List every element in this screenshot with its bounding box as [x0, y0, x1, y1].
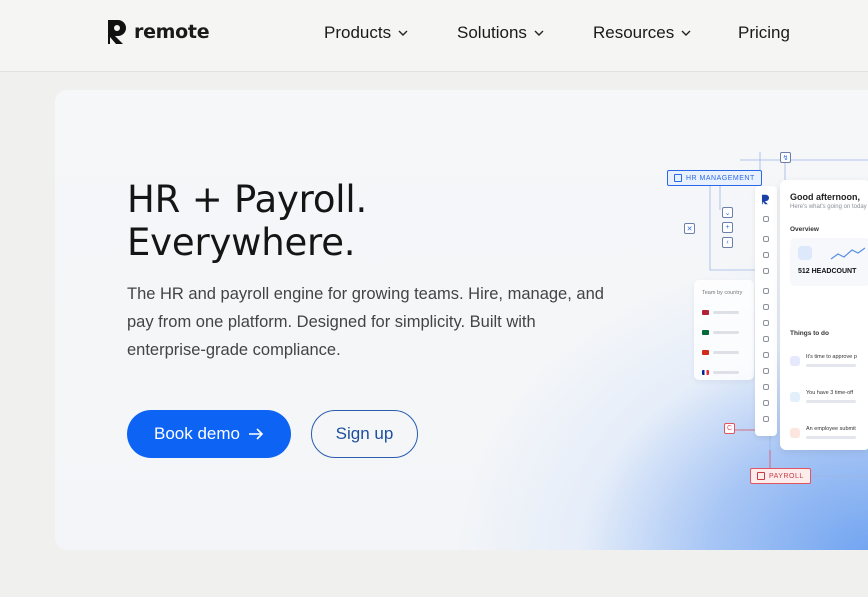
chevron-down-small-icon: ⌄: [722, 207, 733, 218]
chevron-down-icon: [398, 30, 408, 36]
remote-logo-icon: [108, 20, 126, 44]
book-demo-label: Book demo: [154, 424, 240, 443]
country-bar: [713, 370, 739, 374]
todo-text: An employee submit: [806, 426, 856, 432]
lock-icon: [763, 320, 769, 326]
calendar-icon: [763, 268, 769, 274]
people-icon: [798, 246, 812, 260]
country-row: [702, 328, 752, 336]
remote-small-logo-icon: [761, 194, 770, 205]
gear-icon: [763, 416, 769, 422]
chevron-down-icon: [534, 30, 544, 36]
overview-label: Overview: [790, 226, 819, 233]
pt-flag-icon: [702, 329, 709, 335]
todo-item: An employee submit: [790, 424, 868, 450]
trend-line-icon: [830, 247, 866, 260]
approve-icon: [790, 356, 800, 366]
check-icon: [757, 472, 765, 480]
logo-text: remote: [134, 21, 210, 43]
nav-label: Pricing: [738, 23, 790, 42]
headcount-card: 512 HEADCOUNT: [790, 238, 868, 286]
fr-flag-icon: [702, 369, 709, 375]
greeting-sub: Here's what's going on today: [790, 204, 867, 210]
sign-up-label: Sign up: [335, 424, 394, 443]
product-illustration: HR MANAGEMENT ↯ ✕ ⌄ + ‹ C Team by countr…: [660, 150, 868, 500]
send-icon: [763, 304, 769, 310]
nav-label: Solutions: [457, 23, 527, 42]
nav-products[interactable]: Products: [324, 22, 409, 44]
hr-management-tag: HR MANAGEMENT: [667, 170, 762, 186]
help-icon: [763, 400, 769, 406]
nav-pricing[interactable]: Pricing: [738, 22, 790, 44]
todo-line: [806, 400, 856, 403]
hero-title: HR + Payroll. Everywhere.: [127, 178, 367, 264]
todo-line: [806, 436, 856, 439]
time-off-icon: [790, 392, 800, 402]
nav-label: Products: [324, 23, 392, 42]
wallet-icon: [763, 352, 769, 358]
sign-up-button[interactable]: Sign up: [311, 410, 418, 458]
ca-flag-icon: [702, 349, 709, 355]
app-sidebar: [755, 186, 777, 436]
tools-icon: ✕: [684, 223, 695, 234]
country-row: [702, 368, 752, 376]
things-to-do-label: Things to do: [790, 330, 829, 337]
plus-icon: +: [722, 222, 733, 233]
nav-solutions[interactable]: Solutions: [457, 22, 545, 44]
logo[interactable]: remote: [106, 18, 210, 46]
document-icon: [763, 384, 769, 390]
country-row: [702, 348, 752, 356]
country-bar: [713, 310, 739, 314]
team-by-country-title: Team by country: [702, 290, 743, 296]
todo-item: It's time to approve p: [790, 352, 868, 378]
hero-title-line2: Everywhere.: [127, 221, 356, 264]
site-header: remote Products Solutions Resources Pric…: [0, 0, 868, 72]
country-bar: [713, 350, 739, 354]
todo-item: You have 3 time-off: [790, 388, 868, 414]
us-flag-icon: [702, 309, 709, 315]
team-by-country-card: Team by country: [694, 280, 754, 380]
todo-line: [806, 364, 856, 367]
payroll-tag-label: PAYROLL: [769, 472, 804, 480]
settings-icon: [763, 368, 769, 374]
country-row: [702, 308, 752, 316]
todo-text: You have 3 time-off: [806, 390, 854, 396]
chevron-down-icon: [681, 30, 691, 36]
lightning-icon: ↯: [780, 152, 791, 163]
country-bar: [713, 330, 739, 334]
app-dashboard: Good afternoon, Here's what's going on t…: [780, 180, 868, 450]
headcount-value: 512 HEADCOUNT: [798, 268, 857, 275]
payroll-tag: PAYROLL: [750, 468, 811, 484]
check-icon: [674, 174, 682, 182]
book-demo-button[interactable]: Book demo: [127, 410, 291, 458]
currency-icon: C: [724, 423, 735, 434]
greeting: Good afternoon,: [790, 192, 860, 202]
chevron-left-icon: ‹: [722, 237, 733, 248]
nav-label: Resources: [593, 23, 675, 42]
todo-text: It's time to approve p: [806, 354, 857, 360]
chart-icon: [763, 336, 769, 342]
hero-title-line1: HR + Payroll.: [127, 178, 368, 221]
nav-resources[interactable]: Resources: [593, 22, 692, 44]
hero-subtitle: The HR and payroll engine for growing te…: [127, 285, 604, 359]
hr-tag-label: HR MANAGEMENT: [686, 174, 755, 182]
location-icon: [763, 288, 769, 294]
submission-icon: [790, 428, 800, 438]
home-icon: [763, 236, 769, 242]
search-icon: [763, 216, 769, 222]
people-icon: [763, 252, 769, 258]
arrow-right-icon: [249, 428, 264, 440]
